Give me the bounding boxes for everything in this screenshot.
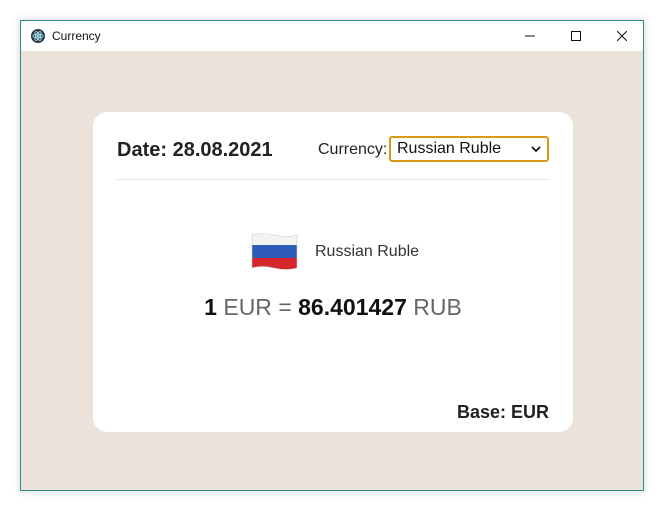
currency-select-value: Russian Ruble <box>397 140 502 157</box>
window-title: Currency <box>52 29 101 43</box>
chevron-down-icon <box>531 146 541 153</box>
russia-flag-icon <box>251 233 298 270</box>
currency-name: Russian Ruble <box>315 243 420 260</box>
base-currency-code: EUR <box>223 294 272 320</box>
close-icon <box>617 31 627 41</box>
date-heading: Date: 28.08.2021 <box>117 139 273 161</box>
maximize-icon <box>571 31 581 41</box>
header-divider <box>117 179 549 180</box>
currency-label: Currency: <box>318 141 388 158</box>
currency-card: Date: 28.08.2021 Currency: Russian Ruble… <box>93 112 573 432</box>
base-amount: 1 <box>204 294 217 320</box>
base-currency-label: Base: EUR <box>456 402 549 422</box>
title-bar[interactable]: Currency <box>21 21 643 51</box>
maximize-button[interactable] <box>553 21 599 51</box>
minimize-button[interactable] <box>507 21 553 51</box>
minimize-icon <box>525 35 535 37</box>
currency-select[interactable]: Russian Ruble <box>389 136 549 162</box>
close-button[interactable] <box>599 21 645 51</box>
target-currency-code: RUB <box>413 294 462 320</box>
equals-sign: = <box>278 294 292 320</box>
app-window: Currency Date: 28.08.2021 Currency: Russ… <box>20 20 644 491</box>
electron-atom-icon <box>31 29 45 43</box>
exchange-rate-value: 86.401427 <box>298 294 407 320</box>
conversion-rate-line: 1 EUR = 86.401427 RUB <box>93 294 573 321</box>
